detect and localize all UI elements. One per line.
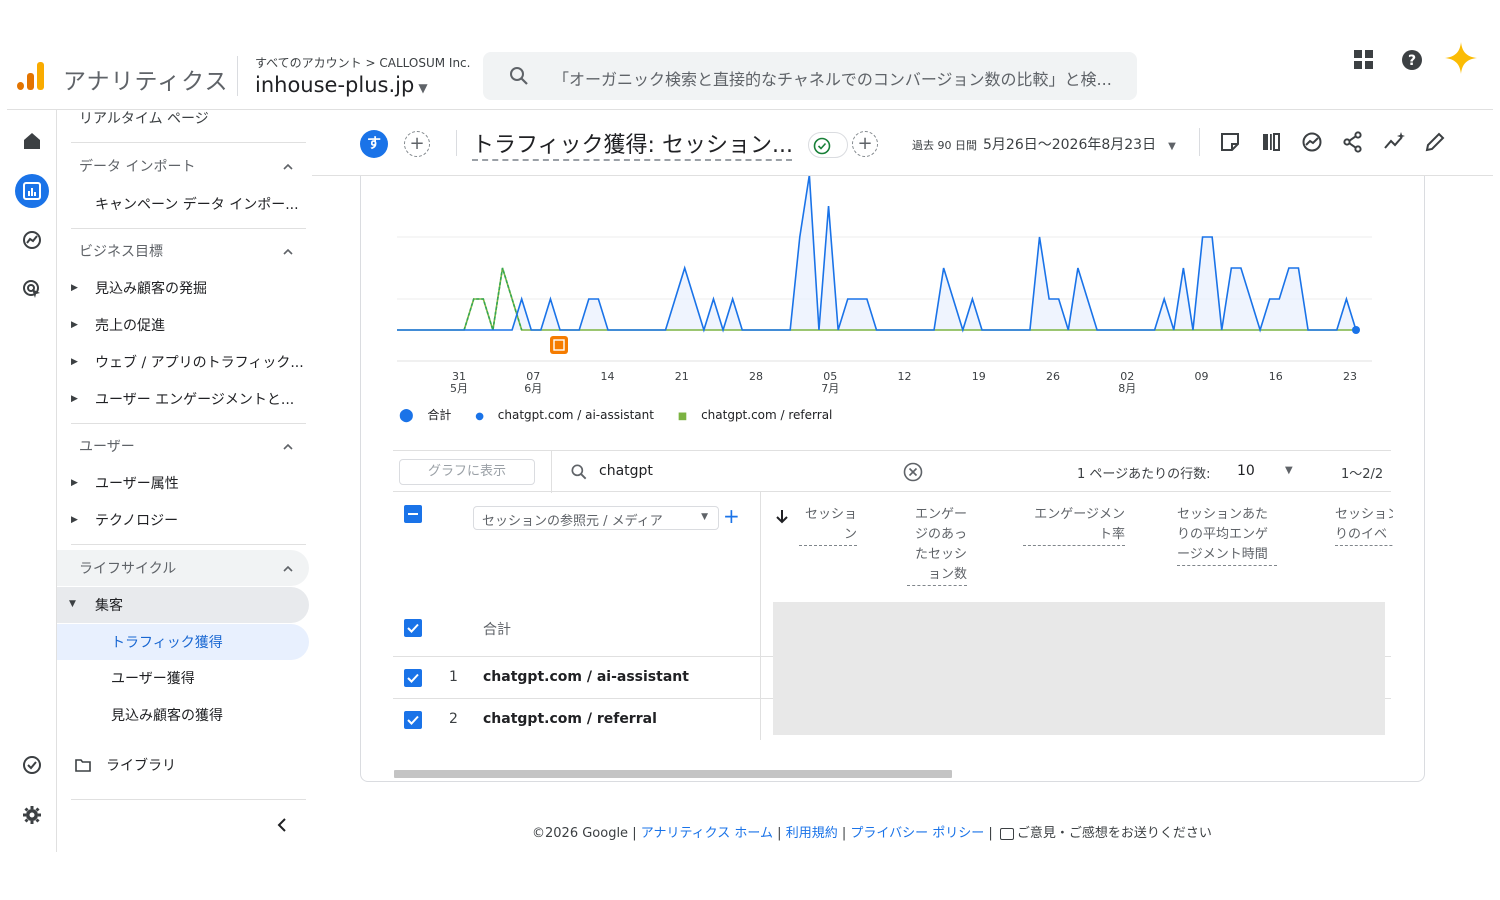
x-tick-day: 19 [972, 370, 986, 383]
series-area-ai-assistant [397, 175, 1356, 330]
legend-item-ai-assistant[interactable]: ● chatgpt.com / ai-assistant [475, 408, 664, 422]
app-frame: アナリティクス すべてのアカウント > CALLOSUM Inc. inhous… [7, 40, 1493, 852]
column-header-events-per-session[interactable]: セッションあたりのイベ [1335, 505, 1393, 546]
compare-columns-icon[interactable] [1259, 130, 1283, 154]
footer-link-privacy[interactable]: プライバシー ポリシー [850, 826, 984, 841]
row-index: 2 [449, 711, 458, 727]
col-label: セッションあたりのイベ [1335, 505, 1393, 546]
x-tick-day: 23 [1343, 370, 1357, 383]
x-tick-day: 21 [675, 370, 689, 383]
rows-per-page-select[interactable]: 10 [1237, 463, 1255, 479]
check-icon [407, 715, 419, 725]
show-in-graph-button[interactable]: グラフに表示 [399, 459, 535, 485]
x-tick-month: 6月 [524, 382, 542, 395]
x-tick-month: 8月 [1118, 382, 1136, 395]
column-header-sessions[interactable]: セッション [795, 505, 857, 546]
table-search-input[interactable]: chatgpt [599, 463, 653, 479]
sort-desc-arrow-icon[interactable] [775, 508, 789, 524]
row-source[interactable]: chatgpt.com / referral [483, 711, 657, 727]
insights-icon[interactable] [1300, 130, 1324, 154]
legend-label: 合計 [427, 408, 452, 422]
date-prefix: 過去 90 日間 [912, 139, 977, 152]
report-header-bar: す + トラフィック獲得: セッション... + 過去 90 日間 5月26日〜2… [312, 110, 1493, 176]
column-header-engaged-sessions[interactable]: エンゲージのあったセッション数 [905, 505, 967, 586]
column-divider [760, 492, 761, 740]
toolbar-divider [551, 451, 552, 493]
divider [1199, 128, 1200, 156]
add-dimension-button[interactable]: + [723, 504, 740, 528]
rows-per-page-label: 1 ページあたりの行数: [1077, 467, 1211, 482]
feedback-icon[interactable] [999, 827, 1014, 840]
select-all-checkbox[interactable] [404, 505, 422, 523]
chart-legend: ⬤ 合計 ● chatgpt.com / ai-assistant ■ chat… [399, 406, 852, 423]
sparkle-trend-icon[interactable] [1382, 130, 1406, 154]
annotation-marker [550, 336, 568, 354]
dimension-label: セッションの参照元 / メディア [482, 514, 663, 529]
legend-label: chatgpt.com / referral [701, 408, 833, 422]
legend-item-total[interactable]: ⬤ 合計 [399, 408, 461, 423]
x-tick-day: 09 [1195, 370, 1209, 383]
clear-search-icon[interactable] [903, 462, 923, 482]
row-checkbox[interactable] [404, 669, 422, 687]
check-icon [407, 623, 419, 633]
feedback-link[interactable]: ご意見・ご感想をお送りください [1017, 826, 1212, 841]
date-range-selector[interactable]: 過去 90 日間 5月26日〜2026年8月23日 ▼ [912, 134, 1176, 154]
edit-pencil-icon[interactable] [1423, 130, 1447, 154]
column-header-avg-engagement-time[interactable]: セッションあたりの平均エンゲージメント時間 [1177, 505, 1281, 566]
footer-link-analytics-home[interactable]: アナリティクス ホーム [641, 826, 773, 841]
col-label: セッションあたりの平均エンゲージメント時間 [1177, 505, 1277, 566]
col-label: セッション [799, 505, 857, 546]
redacted-metrics-block [773, 602, 1385, 735]
table-toolbar: グラフに表示 chatgpt 1 ページあたりの行数: 10 ▼ 1〜2/2 [393, 450, 1391, 493]
pin-icon: ⬤ [399, 408, 414, 423]
column-header-engagement-rate[interactable]: エンゲージメント率 [1019, 505, 1125, 546]
caret-down-icon: ▼ [1168, 141, 1176, 152]
check-circle-icon [813, 137, 831, 155]
x-tick-day: 14 [601, 370, 615, 383]
row-index: 1 [449, 669, 458, 685]
footer-link-terms[interactable]: 利用規約 [786, 826, 838, 841]
filter-status-chip[interactable] [808, 132, 848, 158]
x-tick-day: 12 [898, 370, 912, 383]
pagination-info: 1〜2/2 [1341, 467, 1384, 482]
date-range-value: 5月26日〜2026年8月23日 [983, 137, 1157, 153]
share-icon[interactable] [1341, 130, 1365, 154]
avatar[interactable]: す [360, 130, 388, 158]
row-source[interactable]: chatgpt.com / ai-assistant [483, 669, 689, 685]
footer: ©2026 Google | アナリティクス ホーム | 利用規約 | プライバ… [532, 826, 1212, 841]
series-end-marker [1352, 326, 1360, 334]
legend-item-referral[interactable]: ■ chatgpt.com / referral [678, 408, 843, 422]
add-comparison-button[interactable]: + [404, 131, 430, 157]
caret-down-icon: ▼ [701, 512, 708, 522]
legend-label: chatgpt.com / ai-assistant [497, 408, 654, 422]
report-title[interactable]: トラフィック獲得: セッション... [472, 127, 792, 161]
col-label: エンゲージのあったセッション数 [907, 505, 967, 586]
row-checkbox[interactable] [404, 711, 422, 729]
add-filter-button[interactable]: + [852, 131, 878, 157]
annotation-icon[interactable] [1218, 130, 1242, 154]
total-row-label: 合計 [483, 622, 511, 638]
horizontal-scrollbar[interactable] [394, 770, 952, 778]
copyright: ©2026 Google | [532, 826, 637, 841]
x-tick-day: 26 [1046, 370, 1060, 383]
x-tick-month: 5月 [450, 382, 468, 395]
dimension-selector[interactable]: セッションの参照元 / メディア ▼ [473, 506, 719, 530]
caret-down-icon[interactable]: ▼ [1285, 465, 1293, 476]
col-label: エンゲージメント率 [1023, 505, 1125, 546]
total-checkbox[interactable] [404, 619, 422, 637]
dot-icon: ● [475, 411, 484, 422]
x-tick-day: 16 [1269, 370, 1283, 383]
square-icon: ■ [677, 411, 688, 422]
x-tick-month: 7月 [821, 382, 839, 395]
divider [456, 130, 457, 156]
x-tick-day: 28 [749, 370, 763, 383]
search-icon [571, 464, 587, 480]
check-icon [407, 673, 419, 683]
